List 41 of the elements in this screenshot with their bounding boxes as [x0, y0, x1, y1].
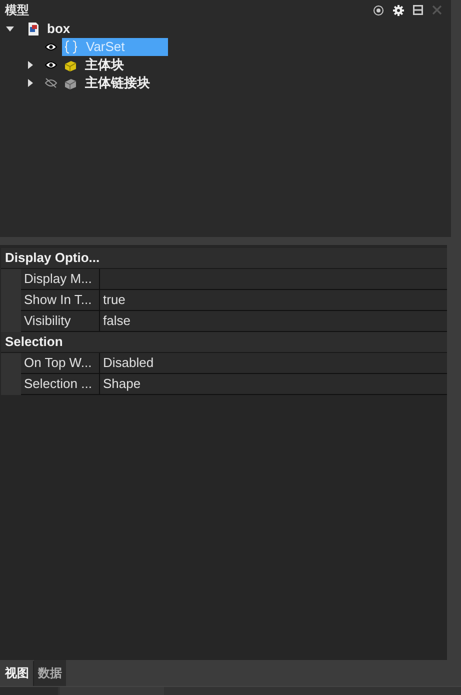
- property-value-cell[interactable]: true: [100, 290, 447, 310]
- property-row[interactable]: Show In T... true: [1, 290, 447, 311]
- property-value-cell[interactable]: Disabled: [100, 353, 447, 373]
- property-name-cell: On Top W...: [21, 353, 100, 373]
- row-indent: [1, 269, 21, 290]
- eye-icon[interactable]: [45, 61, 57, 69]
- expand-arrow-icon[interactable]: [6, 25, 14, 33]
- property-name-cell: Selection ...: [21, 374, 100, 394]
- tab[interactable]: 数据: [34, 660, 66, 686]
- cube-stack-icon: [64, 76, 77, 90]
- tree-item-label: VarSet: [86, 38, 125, 56]
- eye-icon[interactable]: [45, 43, 57, 51]
- property-row[interactable]: Visibility false: [1, 311, 447, 332]
- property-row[interactable]: On Top W... Disabled: [1, 353, 447, 374]
- dock-icon[interactable]: [413, 5, 423, 15]
- property-name-cell: Display M...: [21, 269, 100, 289]
- property-row[interactable]: Display M...: [1, 269, 447, 290]
- tree-item[interactable]: 主体块: [62, 56, 130, 74]
- tree-item-label: box: [47, 20, 70, 38]
- tree-item-label: 主体块: [85, 56, 124, 74]
- braces-icon: [64, 40, 78, 54]
- row-indent: [1, 374, 21, 395]
- hidden-eye-icon[interactable]: [45, 78, 57, 88]
- panel-title: 模型: [5, 2, 29, 19]
- document-icon: [28, 22, 39, 36]
- cube-stack-icon: [64, 58, 77, 72]
- property-name-cell: Visibility: [21, 311, 100, 331]
- expand-arrow-icon[interactable]: [26, 79, 34, 87]
- row-indent: [1, 353, 21, 374]
- property-row[interactable]: Selection ... Shape: [1, 374, 447, 395]
- settings-icon[interactable]: [393, 4, 404, 16]
- tree-item[interactable]: 主体链接块: [62, 74, 156, 92]
- tree-item-label: 主体链接块: [85, 74, 150, 92]
- property-value-cell[interactable]: Shape: [100, 374, 447, 394]
- expand-arrow-icon[interactable]: [26, 61, 34, 69]
- tree-item[interactable]: box: [26, 20, 76, 38]
- row-indent: [1, 311, 21, 332]
- property-value-cell[interactable]: false: [100, 311, 447, 331]
- property-group-header[interactable]: Selection: [1, 332, 447, 353]
- property-group-header[interactable]: Display Optio...: [1, 248, 447, 269]
- property-name-cell: Show In T...: [21, 290, 100, 310]
